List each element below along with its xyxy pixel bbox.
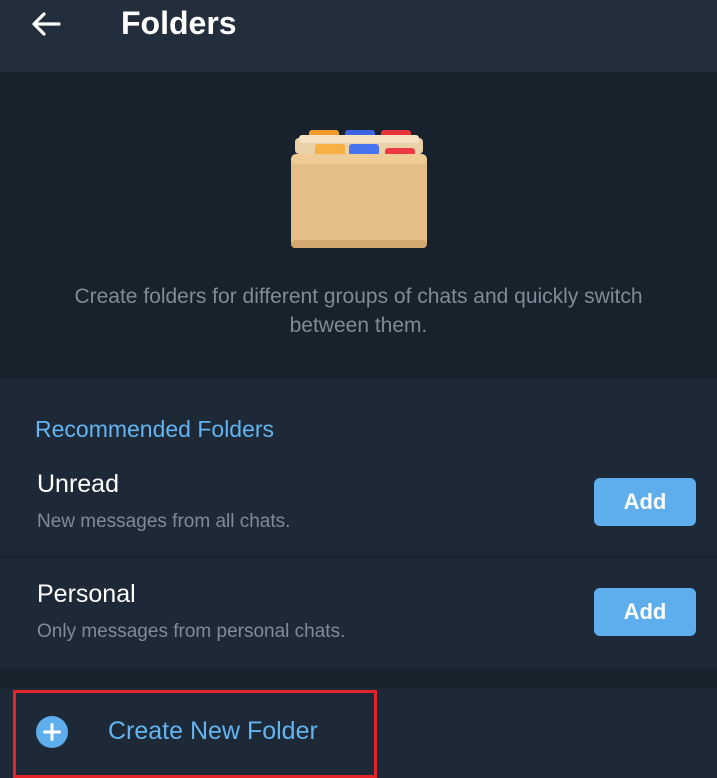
add-unread-button[interactable]: Add [594,478,696,526]
folder-name: Personal [37,580,136,608]
recommended-folder-personal: Personal Only messages from personal cha… [0,558,717,666]
top-app-bar: Folders [0,0,717,72]
folder-name: Unread [37,470,119,498]
section-heading: Recommended Folders [35,416,275,442]
folders-screen: Folders Create folders for different gro… [0,0,717,778]
arrow-left-icon [32,12,61,36]
folders-intro-text: Create folders for different groups of c… [74,285,643,337]
folder-description: Only messages from personal chats. [37,621,346,642]
folder-description: New messages from all chats. [37,511,291,532]
add-personal-button[interactable]: Add [594,588,696,636]
create-folder-section: Create New Folder [0,688,717,778]
folders-intro: Create folders for different groups of c… [0,72,717,378]
recommended-folder-unread: Unread New messages from all chats. Add [0,448,717,556]
plus-circle-icon [36,716,68,748]
recommended-folders-section: Recommended Folders Unread New messages … [0,378,717,668]
page-title: Folders [121,5,237,41]
folder-cabinet-icon [291,130,427,248]
create-new-folder-label: Create New Folder [108,717,318,745]
back-button[interactable] [26,6,66,42]
create-new-folder-button[interactable]: Create New Folder [0,688,717,778]
